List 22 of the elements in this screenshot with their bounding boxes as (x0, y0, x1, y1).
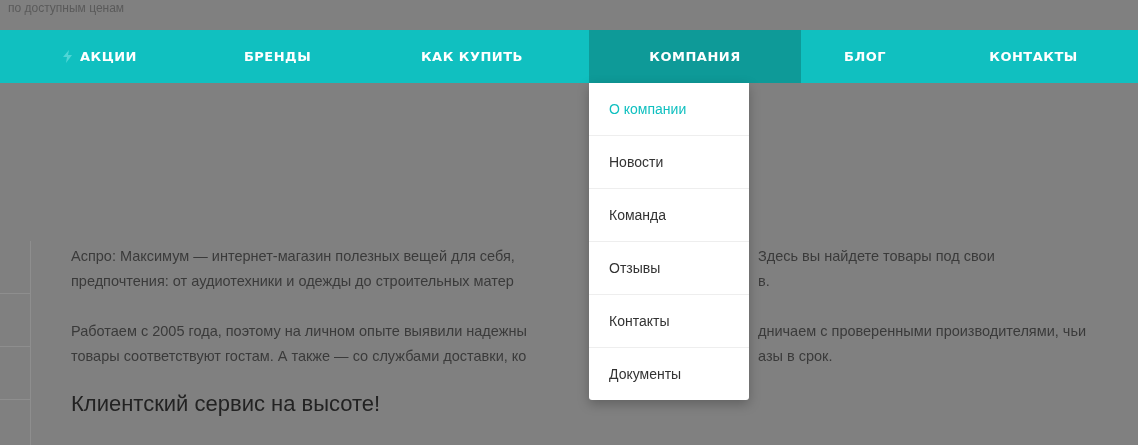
nav-tab[interactable]: КОНТАКТЫ (929, 30, 1138, 83)
nav-tab[interactable]: КОМПАНИЯ (589, 30, 801, 83)
nav-tab[interactable]: КАК КУПИТЬ (355, 30, 589, 83)
paragraph-text: дничаем с проверенными производителями, чьи (758, 322, 1087, 339)
menu-item[interactable]: О компании (589, 83, 749, 135)
paragraph-text: Работаем с 2005 года, поэтому на личном опыте выявили надежны (71, 322, 528, 339)
paragraph-text: товары соответствуют гостам. А также — со службами доставки, ко (71, 347, 528, 364)
nav-tab[interactable]: АКЦИИ (0, 30, 200, 83)
lightning-icon (63, 50, 72, 63)
nav-tab[interactable]: БЛОГ (801, 30, 929, 83)
menu-item[interactable]: Команда (589, 188, 749, 241)
menu-item[interactable]: Новости (589, 135, 749, 188)
nav-tab[interactable]: БРЕНДЫ (200, 30, 355, 83)
paragraph-text: Здесь вы найдете товары под свои (758, 247, 995, 264)
menu-item[interactable]: Контакты (589, 294, 749, 347)
paragraph-text: Аспро: Максимум — интернет-магазин полезных вещей для себя, (71, 247, 516, 264)
section-heading: Клиентский сервис на высоте! (71, 391, 382, 417)
paragraph-text: азы в срок. (758, 347, 833, 364)
paragraph-text: предпочтения: от аудиотехники и одежды до строительных матер (71, 272, 515, 289)
menu-item[interactable]: Отзывы (589, 241, 749, 294)
menu-item[interactable]: Документы (589, 347, 749, 400)
paragraph-text: в. (758, 272, 770, 289)
